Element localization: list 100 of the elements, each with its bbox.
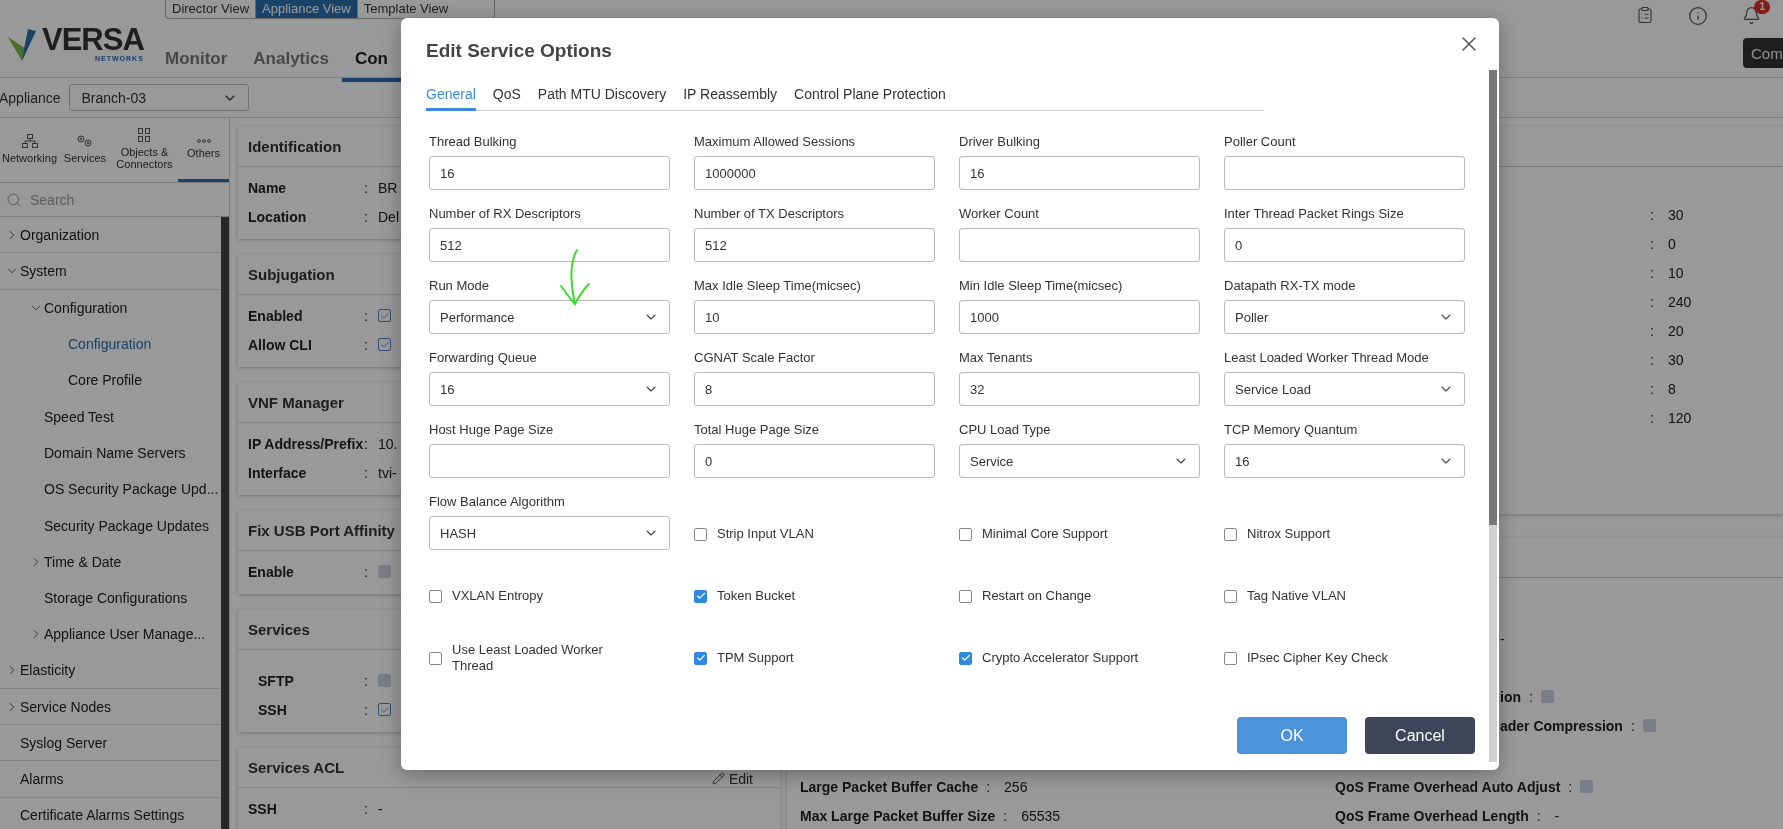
- input-field[interactable]: 10: [694, 300, 935, 334]
- field-label: Total Huge Page Size: [694, 422, 821, 438]
- separator: :: [1529, 688, 1533, 705]
- sidebar-tab[interactable]: Others: [178, 118, 229, 182]
- card-title: Services: [248, 621, 310, 638]
- edit-link[interactable]: Edit: [711, 770, 753, 787]
- checkbox[interactable]: [378, 703, 391, 716]
- separator: :: [1650, 409, 1654, 426]
- logo-text: VERSA: [42, 25, 144, 55]
- field-label: TCP Memory Quantum: [1224, 422, 1359, 438]
- field-label: CPU Load Type: [959, 422, 1052, 438]
- separator: :: [1650, 380, 1654, 397]
- tree-item[interactable]: Storage Configurations: [0, 579, 221, 617]
- dropdown[interactable]: Poller: [1224, 300, 1465, 334]
- field-label: Maximum Allowed Sessions: [694, 134, 857, 150]
- input-field[interactable]: 512: [694, 228, 935, 262]
- card-title: VNF Manager: [248, 394, 344, 411]
- tree-item[interactable]: Configuration: [0, 289, 221, 326]
- checkbox[interactable]: [959, 589, 972, 603]
- search-field[interactable]: Search: [28, 190, 223, 209]
- input-field[interactable]: 512: [429, 228, 670, 262]
- checkbox[interactable]: [1224, 651, 1237, 665]
- input-field[interactable]: 1000000: [694, 156, 935, 190]
- input-field[interactable]: 1000: [959, 300, 1200, 334]
- sidebar-tab[interactable]: Services: [59, 118, 111, 182]
- input-field[interactable]: [429, 444, 670, 478]
- separator: :: [1650, 351, 1654, 368]
- scrollbar[interactable]: [221, 217, 229, 829]
- input-field[interactable]: 32: [959, 372, 1200, 406]
- checkbox[interactable]: [1224, 527, 1237, 541]
- field-value: 10.: [378, 435, 398, 452]
- field-value: BR: [378, 179, 398, 196]
- sidebar-tab[interactable]: Networking: [0, 118, 60, 182]
- scrollbar[interactable]: [1489, 70, 1497, 762]
- field-label: Number of RX Descriptors: [429, 206, 582, 222]
- tree-item[interactable]: Domain Name Servers: [0, 434, 221, 472]
- field-label: Flow Balance Algorithm: [429, 494, 566, 510]
- dialog-tab[interactable]: General: [426, 86, 476, 111]
- more-icon: [196, 138, 211, 143]
- checkbox[interactable]: [429, 651, 442, 665]
- checkbox[interactable]: [429, 589, 442, 603]
- input-field[interactable]: 16: [429, 156, 670, 190]
- separator: :: [1650, 235, 1654, 252]
- cancel-button[interactable]: Cancel: [1365, 717, 1475, 754]
- checkbox[interactable]: [959, 527, 972, 541]
- separator: :: [364, 307, 369, 324]
- sidebar-tab[interactable]: Objects & Connectors: [110, 118, 179, 182]
- field-label: Max Large Packet Buffer Size: [800, 807, 996, 824]
- dropdown[interactable]: Service Load: [1224, 372, 1465, 406]
- input-field[interactable]: [1224, 156, 1465, 190]
- field-label: Enable: [248, 563, 295, 580]
- tree-item[interactable]: Appliance User Manage...: [0, 616, 221, 653]
- checkbox[interactable]: [378, 338, 391, 351]
- dropdown[interactable]: HASH: [429, 516, 670, 550]
- view-tab[interactable]: Appliance View: [255, 0, 357, 18]
- dialog-tab[interactable]: IP Reassembly: [683, 86, 778, 111]
- dropdown[interactable]: Performance: [429, 300, 670, 334]
- commit-button[interactable]: Com: [1743, 38, 1783, 68]
- field-label: QoS Frame Overhead Auto Adjust: [1335, 778, 1561, 795]
- clipboard-icon[interactable]: [1636, 6, 1654, 24]
- checkbox[interactable]: [694, 527, 707, 541]
- field-value: Del: [378, 208, 399, 225]
- separator: :: [986, 778, 991, 795]
- input-field[interactable]: 0: [1224, 228, 1465, 262]
- field-value: 30: [1667, 206, 1684, 223]
- card-title: Services ACL: [248, 759, 345, 776]
- appliance-dropdown[interactable]: Branch-03: [68, 84, 249, 111]
- checkbox[interactable]: [959, 651, 972, 665]
- dropdown[interactable]: 16: [1224, 444, 1465, 478]
- grid-icon: [138, 127, 151, 142]
- checkbox[interactable]: [378, 309, 391, 322]
- dialog-tab[interactable]: Path MTU Discovery: [537, 86, 667, 111]
- dialog-tab[interactable]: QoS: [492, 86, 521, 111]
- tree-item[interactable]: Core Profile: [0, 362, 221, 399]
- dialog-tab[interactable]: Control Plane Protection: [794, 86, 946, 111]
- tree-item[interactable]: Speed Test: [0, 398, 221, 435]
- checkbox[interactable]: [694, 589, 707, 603]
- tree-item[interactable]: Time & Date: [0, 543, 221, 580]
- checkbox[interactable]: [1224, 589, 1237, 603]
- checkbox[interactable]: [694, 651, 707, 665]
- separator: :: [1003, 807, 1008, 824]
- field-value: 256: [1004, 778, 1028, 795]
- field-value: -: [378, 800, 383, 817]
- input-field[interactable]: 8: [694, 372, 935, 406]
- input-field[interactable]: 16: [959, 156, 1200, 190]
- field-label: IP Address/Prefix: [248, 435, 364, 452]
- dropdown[interactable]: Service: [959, 444, 1200, 478]
- tree-item[interactable]: Configuration: [0, 325, 221, 363]
- info-icon[interactable]: [1688, 6, 1708, 26]
- field-value: -: [1500, 630, 1505, 647]
- separator: :: [364, 464, 369, 481]
- input-field[interactable]: 0: [694, 444, 935, 478]
- bell-icon[interactable]: [1742, 6, 1761, 25]
- field-label: Large Packet Buffer Cache: [800, 778, 979, 795]
- checkbox-label: IPsec Cipher Key Check: [1247, 650, 1388, 666]
- separator: :: [1568, 778, 1573, 795]
- tree-item[interactable]: Security Package Updates: [0, 507, 221, 544]
- dropdown[interactable]: 16: [429, 372, 670, 406]
- tree-item[interactable]: OS Security Package Upd...: [0, 471, 221, 508]
- input-field[interactable]: [959, 228, 1200, 262]
